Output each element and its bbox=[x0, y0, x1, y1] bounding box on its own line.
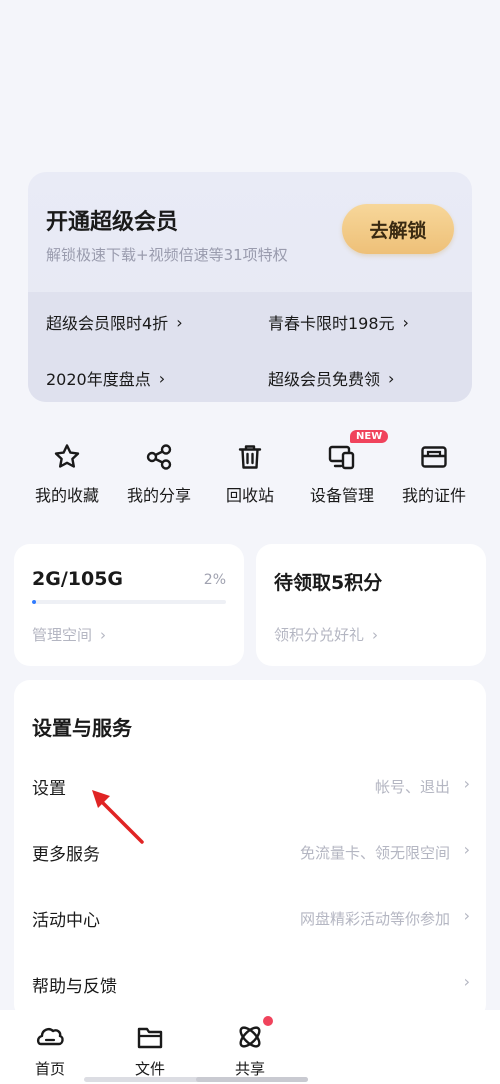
quick-item-recycle-bin[interactable]: 回收站 bbox=[200, 430, 300, 506]
home-indicator-segment bbox=[196, 1077, 308, 1082]
bottom-nav: 首页 文件 共享 bbox=[0, 1010, 500, 1084]
vip-link-free-vip[interactable]: 超级会员免费领 › bbox=[268, 366, 394, 390]
vip-link-youth-card[interactable]: 青春卡限时198元 › bbox=[268, 310, 409, 334]
row-label: 设置 bbox=[32, 779, 66, 799]
row-hint: 免流量卡、领无限空间 bbox=[299, 844, 450, 862]
row-more-services[interactable]: 更多服务 免流量卡、领无限空间 › bbox=[14, 822, 486, 882]
vip-title: 开通超级会员 bbox=[46, 210, 179, 235]
nav-label: 共享 bbox=[234, 1060, 265, 1078]
storage-progress-fill bbox=[32, 600, 36, 604]
quick-item-favorites[interactable]: 我的收藏 bbox=[17, 430, 117, 506]
id-card-icon bbox=[421, 446, 447, 468]
vip-link-label: 超级会员免费领 bbox=[268, 370, 381, 389]
vip-link-discount[interactable]: 超级会员限时4折 › bbox=[46, 310, 183, 334]
storage-percent: 2% bbox=[203, 572, 226, 588]
row-help-feedback[interactable]: 帮助与反馈 › bbox=[14, 954, 486, 1014]
row-hint: 帐号、退出 bbox=[374, 778, 450, 796]
home-icon bbox=[36, 1028, 64, 1046]
vip-card[interactable]: 开通超级会员 解锁极速下载+视频倍速等31项特权 去解锁 超级会员限时4折 › … bbox=[28, 172, 472, 402]
redeem-points-link[interactable]: 领积分兑好礼 › bbox=[274, 624, 378, 645]
chevron-right-icon: › bbox=[372, 625, 379, 644]
notification-dot bbox=[263, 1016, 273, 1026]
quick-actions: 我的收藏 我的分享 回收站 NEW 设备管理 我的证件 bbox=[0, 430, 500, 520]
row-label: 活动中心 bbox=[32, 911, 100, 931]
points-title: 待领取5积分 bbox=[274, 572, 383, 594]
quick-item-label: 设备管理 bbox=[309, 486, 374, 505]
row-hint: 网盘精彩活动等你参加 bbox=[299, 910, 450, 928]
manage-space-link[interactable]: 管理空间 › bbox=[32, 624, 106, 645]
row-label: 更多服务 bbox=[32, 845, 100, 865]
nav-item-home[interactable]: 首页 bbox=[0, 1022, 100, 1079]
quick-item-label: 回收站 bbox=[225, 486, 274, 505]
nav-item-files[interactable]: 文件 bbox=[100, 1022, 200, 1079]
storage-progress-bar bbox=[32, 600, 226, 604]
quick-item-label: 我的收藏 bbox=[34, 486, 99, 505]
manage-space-label: 管理空间 bbox=[32, 626, 93, 644]
nav-label: 首页 bbox=[34, 1060, 65, 1078]
nav-label: 文件 bbox=[134, 1060, 165, 1078]
settings-services-section: 设置与服务 设置 帐号、退出 › 更多服务 免流量卡、领无限空间 › 活动中心 … bbox=[14, 680, 486, 1020]
storage-usage: 2G/105G bbox=[32, 568, 124, 590]
chevron-right-icon: › bbox=[463, 840, 470, 859]
quick-item-my-ids[interactable]: 我的证件 bbox=[384, 430, 484, 506]
vip-link-label: 超级会员限时4折 bbox=[46, 314, 169, 333]
share-icon bbox=[146, 444, 172, 470]
chevron-right-icon: › bbox=[100, 625, 107, 644]
new-badge: NEW bbox=[350, 430, 389, 443]
nav-item-share[interactable]: 共享 bbox=[200, 1016, 300, 1079]
chevron-right-icon: › bbox=[158, 368, 166, 388]
chevron-right-icon: › bbox=[463, 972, 470, 991]
quick-item-label: 我的证件 bbox=[401, 486, 466, 505]
share-atom-icon bbox=[239, 1026, 261, 1048]
quick-item-device-management[interactable]: NEW 设备管理 bbox=[292, 430, 392, 506]
row-activity-center[interactable]: 活动中心 网盘精彩活动等你参加 › bbox=[14, 888, 486, 948]
chevron-right-icon: › bbox=[388, 368, 395, 388]
quick-item-shares[interactable]: 我的分享 bbox=[109, 430, 209, 506]
chevron-right-icon: › bbox=[463, 774, 470, 793]
vip-link-annual-review[interactable]: 2020年度盘点 › bbox=[46, 366, 165, 390]
section-title: 设置与服务 bbox=[32, 716, 132, 740]
chevron-right-icon: › bbox=[402, 312, 409, 332]
quick-item-label: 我的分享 bbox=[126, 486, 191, 505]
vip-subtitle: 解锁极速下载+视频倍速等31项特权 bbox=[46, 246, 288, 264]
row-label: 帮助与反馈 bbox=[32, 977, 117, 997]
chevron-right-icon: › bbox=[463, 906, 470, 925]
vip-link-label: 青春卡限时198元 bbox=[268, 314, 395, 333]
trash-icon bbox=[238, 445, 262, 469]
vip-link-label: 2020年度盘点 bbox=[46, 370, 151, 389]
redeem-points-label: 领积分兑好礼 bbox=[274, 626, 365, 644]
star-icon bbox=[54, 444, 80, 468]
devices-icon bbox=[328, 445, 355, 470]
unlock-button[interactable]: 去解锁 bbox=[342, 204, 454, 254]
folder-icon bbox=[137, 1027, 163, 1049]
points-card[interactable]: 待领取5积分 领积分兑好礼 › bbox=[256, 544, 486, 666]
row-settings[interactable]: 设置 帐号、退出 › bbox=[14, 756, 486, 816]
chevron-right-icon: › bbox=[176, 312, 183, 332]
storage-card[interactable]: 2G/105G 2% 管理空间 › bbox=[14, 544, 244, 666]
